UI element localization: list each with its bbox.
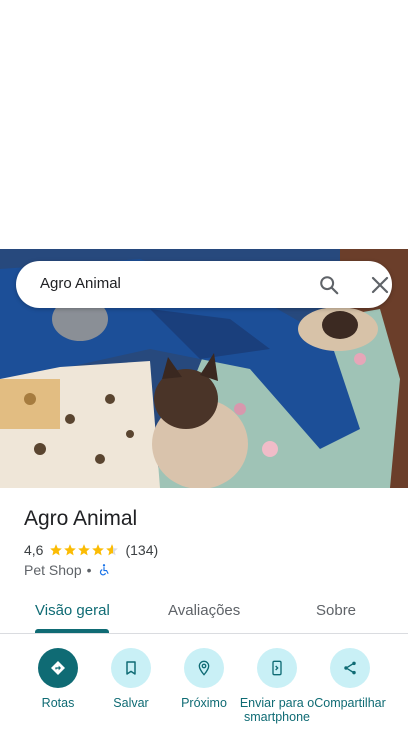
tab-overview[interactable]: Visão geral: [35, 602, 110, 619]
star-icon: [78, 544, 91, 556]
rating-value: 4,6: [24, 542, 44, 558]
tab-active-indicator: [35, 629, 109, 633]
directions-button[interactable]: Rotas: [20, 648, 96, 710]
nearby-label: Próximo: [181, 696, 227, 710]
tab-reviews[interactable]: Avaliações: [168, 602, 240, 619]
send-to-phone-icon: [257, 648, 297, 688]
tab-about[interactable]: Sobre: [316, 602, 356, 619]
search-bar[interactable]: Agro Animal: [16, 261, 392, 308]
nearby-icon: [184, 648, 224, 688]
tab-bar: Visão geral Avaliações Sobre: [0, 592, 408, 634]
directions-icon: [38, 648, 78, 688]
star-rating: [49, 543, 119, 557]
send-to-phone-label: Enviar para o smartphone: [239, 696, 315, 724]
search-input[interactable]: Agro Animal: [40, 275, 121, 292]
rating-row[interactable]: 4,6 (134): [24, 541, 158, 559]
directions-label: Rotas: [41, 696, 75, 710]
review-count[interactable]: (134): [125, 542, 158, 558]
send-to-phone-button[interactable]: Enviar para o smartphone: [239, 648, 315, 724]
star-icon: [50, 544, 63, 556]
place-category: Pet Shop: [24, 562, 82, 578]
place-title: Agro Animal: [24, 507, 138, 530]
share-icon: [330, 648, 370, 688]
save-label: Salvar: [113, 696, 149, 710]
star-icon: [64, 544, 77, 556]
share-button[interactable]: Compartilhar: [312, 648, 388, 710]
save-button[interactable]: Salvar: [93, 648, 169, 710]
search-icon[interactable]: [318, 274, 340, 296]
half-star-icon: [106, 544, 119, 556]
wheelchair-icon: [99, 564, 109, 576]
share-label: Compartilhar: [314, 696, 386, 710]
category-row: Pet Shop •: [24, 562, 111, 578]
close-icon[interactable]: [371, 276, 389, 294]
bookmark-icon: [111, 648, 151, 688]
separator: •: [86, 562, 92, 578]
star-icon: [92, 544, 105, 556]
nearby-button[interactable]: Próximo: [166, 648, 242, 710]
